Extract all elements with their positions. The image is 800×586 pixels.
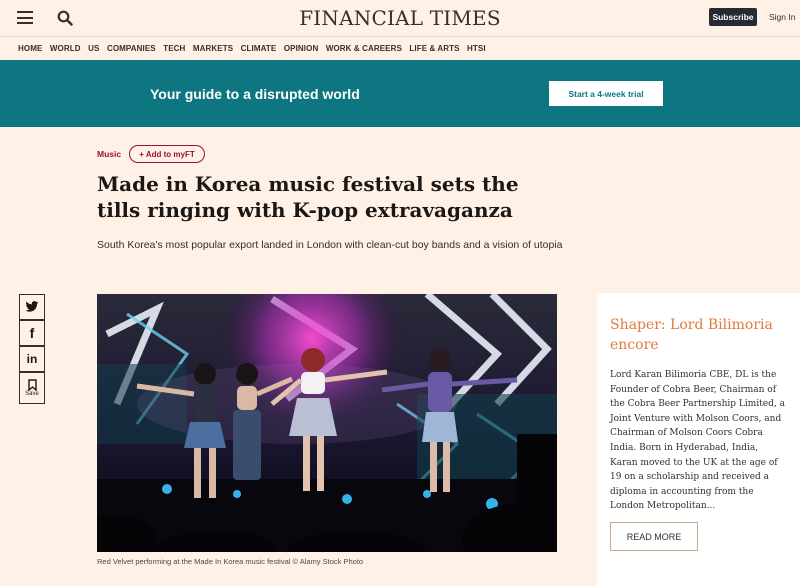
nav-item-companies[interactable]: COMPANIES — [107, 44, 156, 53]
article-photo — [97, 294, 557, 552]
promo-banner: Your guide to a disrupted world — [0, 60, 800, 127]
save-button[interactable]: Save — [19, 372, 45, 404]
nav-item-tech[interactable]: TECH — [163, 44, 185, 53]
linkedin-share-button[interactable]: in — [19, 346, 45, 372]
nav-item-climate[interactable]: CLIMATE — [241, 44, 277, 53]
linkedin-icon: in — [26, 352, 38, 366]
nav-item-world[interactable]: WORLD — [50, 44, 81, 53]
subscribe-button[interactable]: Subscribe — [709, 8, 757, 26]
sidebar-body: Lord Karan Bilimoria CBE, DL is the Foun… — [610, 370, 785, 512]
facebook-icon: f — [29, 325, 35, 341]
nav-item-us[interactable]: US — [88, 44, 99, 53]
add-to-myft-button[interactable]: + Add to myFT — [129, 145, 205, 163]
photo-caption: Red Velvet performing at the Made In Kor… — [97, 557, 364, 566]
article-standfirst: South Korea's most popular export landed… — [97, 239, 563, 251]
top-header: FINANCIAL TIMES Subscribe Sign In — [0, 0, 800, 36]
topic-tag[interactable]: Music — [97, 149, 121, 159]
promo-sidebar: Shaper: Lord Bilimoria encore Lord Karan… — [597, 293, 800, 586]
main-nav: HOME WORLD US COMPANIES TECH MARKETS CLI… — [0, 36, 800, 60]
sidebar-title[interactable]: Shaper: Lord Bilimoria encore — [610, 315, 790, 355]
save-label: Save — [25, 391, 39, 397]
twitter-icon — [25, 301, 39, 312]
twitter-share-button[interactable] — [19, 294, 45, 320]
sign-in-link[interactable]: Sign In — [769, 12, 795, 22]
facebook-share-button[interactable]: f — [19, 320, 45, 346]
nav-item-markets[interactable]: MARKETS — [193, 44, 233, 53]
nav-item-life-arts[interactable]: LIFE & ARTS — [409, 44, 459, 53]
nav-item-htsi[interactable]: HTSI — [467, 44, 486, 53]
site-logo[interactable]: FINANCIAL TIMES — [0, 6, 800, 30]
banner-text: Your guide to a disrupted world — [150, 86, 360, 102]
bookmark-icon — [27, 379, 37, 391]
nav-item-work-careers[interactable]: WORK & CAREERS — [326, 44, 402, 53]
article-headline: Made in Korea music festival sets the ti… — [97, 172, 519, 222]
read-more-button[interactable]: READ MORE — [610, 522, 698, 551]
trial-button[interactable]: Start a 4-week trial — [549, 81, 663, 106]
nav-item-home[interactable]: HOME — [18, 44, 42, 53]
nav-item-opinion[interactable]: OPINION — [284, 44, 318, 53]
